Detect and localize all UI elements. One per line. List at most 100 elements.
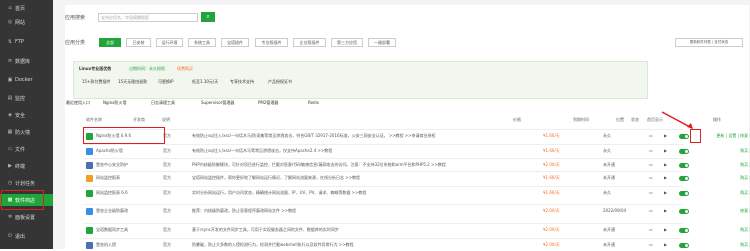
category-label: 应用分类 (65, 40, 86, 46)
folder-icon[interactable]: ▭ (649, 208, 653, 213)
plugin-name[interactable]: 网站监控报表 6.6 (96, 190, 156, 196)
sidebar-item-database[interactable]: ≡ 数据库 (0, 55, 53, 67)
plugin-icon (86, 148, 93, 155)
plugin-actions[interactable]: 购买 | 安装 (705, 148, 750, 154)
search-icon: ⌕ (206, 13, 210, 20)
plugin-actions[interactable]: 购买 | 安装 (705, 227, 750, 233)
home-display-toggle[interactable] (679, 243, 689, 248)
plugin-actions[interactable]: 更新 | 设置 | 修复 | 卸载 (705, 133, 750, 139)
plugin-desc: 推荐：内核级防篡改，防止恶意程序篡改网站文件 >>教程 (192, 208, 296, 213)
tab-third-party[interactable]: 第三方应用 (331, 38, 363, 47)
highlight-box-sidebar-store (1, 190, 44, 210)
folder-icon[interactable]: ▭ (649, 242, 653, 247)
home-display-toggle[interactable] (679, 163, 689, 168)
folder-icon[interactable]: ▭ (649, 175, 653, 180)
sidebar-item-monitor[interactable]: ▤ 监控 (0, 92, 53, 104)
folder-icon[interactable]: ▭ (649, 133, 653, 138)
sidebar-item-security[interactable]: ◈ 安全 (0, 109, 53, 121)
recent-pm2[interactable]: PM2管理器 (258, 100, 278, 106)
plugin-name[interactable]: 网站监控报表 (96, 175, 156, 181)
folder-icon[interactable]: ▭ (649, 227, 653, 232)
home-display-toggle[interactable] (679, 149, 689, 154)
play-icon[interactable]: ▶ (664, 208, 667, 213)
sidebar-item-label: 首页 (15, 5, 26, 12)
play-icon[interactable]: ▶ (664, 227, 667, 232)
plugin-price: ¥2.00/天 (543, 227, 560, 232)
sidebar-item-firewall[interactable]: ▦ 防火墙 (0, 126, 53, 138)
sidebar-item-files[interactable]: ▭ 文件 (0, 143, 53, 155)
plugin-actions[interactable]: 修复 | 卸载 (705, 208, 750, 214)
table-row: 网站监控报表 6.6 官方 实时分析网站运行，用户访问状态，精确统计网站流量、I… (83, 186, 750, 199)
pro-feature: 15+款付费插件 (82, 79, 111, 84)
sidebar-item-label: 防火墙 (15, 129, 31, 136)
recent-label: 最近使用入口 (66, 100, 90, 105)
tab-system-tools[interactable]: 系统工具 (188, 38, 216, 47)
sidebar-item-home[interactable]: ⌂ 首页 (0, 2, 53, 14)
plugin-name[interactable]: 堡垒企业级防篡改 (96, 208, 156, 214)
folder-icon[interactable]: ▭ (649, 162, 653, 167)
play-icon[interactable]: ▶ (664, 162, 667, 167)
plugin-actions[interactable]: 购买 | 安装 (705, 162, 750, 168)
home-display-toggle[interactable] (679, 228, 689, 233)
pro-feature: 可更换IP (158, 79, 174, 84)
recent-log-cleaner[interactable]: 日志清理工具 (151, 100, 175, 106)
folder-icon[interactable]: ▭ (649, 148, 653, 153)
sidebar-item-label: 数据库 (15, 58, 31, 65)
sidebar-item-docker[interactable]: ▣ Docker (0, 74, 53, 86)
table-row: 堡垒中心安全防护 官方 PHP内核级防御模块，可针对项目进行监控，拦截对恶意代码… (83, 158, 750, 171)
home-display-toggle[interactable] (679, 191, 689, 196)
play-icon[interactable]: ▶ (664, 175, 667, 180)
sidebar-item-terminal[interactable]: ▶ 终端 (0, 160, 53, 172)
docker-icon: ▣ (7, 77, 13, 83)
play-icon[interactable]: ▶ (664, 242, 667, 247)
sidebar-item-label: FTP (15, 39, 24, 45)
sidebar-item-label: 网站 (15, 19, 26, 26)
tab-bt-plugins[interactable]: 宝塔插件 (221, 38, 249, 47)
tab-runtime[interactable]: 运行环境 (156, 38, 183, 47)
tab-pro-plugins[interactable]: 专业版插件 (255, 38, 288, 47)
plugin-name[interactable]: 宝塔数据同步工具 (96, 227, 156, 233)
plugin-price: ¥1.66/天 (543, 175, 560, 180)
play-icon[interactable]: ▶ (664, 133, 667, 138)
plugin-price: ¥1.66/天 (543, 133, 560, 138)
play-icon[interactable]: ▶ (664, 148, 667, 153)
recent-redis[interactable]: Redis (308, 100, 319, 105)
sidebar-item-ftp[interactable]: ⇅ FTP (0, 36, 53, 48)
home-display-toggle[interactable] (679, 134, 689, 139)
plugin-name[interactable]: Apache防火墙 (96, 148, 156, 154)
renew-link[interactable]: 续费购买 (177, 66, 193, 72)
home-display-toggle[interactable] (679, 176, 689, 181)
plugin-name[interactable]: 堡垒中心安全防护 (96, 162, 156, 168)
plugin-developer: 官方 (163, 162, 171, 167)
home-display-toggle[interactable] (679, 209, 689, 214)
tab-installed[interactable]: 已安装 (126, 38, 151, 47)
plugin-actions[interactable]: 购买 | 安装 (705, 242, 750, 248)
plugin-actions[interactable]: 购买 | 安装 (705, 175, 750, 181)
play-icon[interactable]: ▶ (664, 190, 667, 195)
sidebar-item-logout[interactable]: ⏻ 退出 (0, 230, 53, 242)
plugin-name[interactable]: 堡垒机入侵 (96, 242, 156, 248)
tab-one-click-deploy[interactable]: 一键部署 (368, 38, 396, 47)
update-software-list-link[interactable]: 更新软件列表 / 支付状态 (675, 38, 743, 47)
search-button[interactable]: ⌕ (201, 12, 215, 22)
shield-icon: ◈ (8, 112, 12, 118)
plugin-developer: 官方 (163, 175, 171, 180)
recent-nginx-firewall[interactable]: Nginx防火墙 (103, 100, 127, 106)
tab-all[interactable]: 全部 (99, 38, 121, 47)
tab-enterprise-plugins[interactable]: 企业版插件 (293, 38, 326, 47)
sidebar-item-cron[interactable]: ◷ 计划任务 (0, 177, 53, 189)
recent-supervisor[interactable]: Supervisor管理器 (201, 100, 234, 106)
pro-title: Linux专业版优势 (79, 66, 112, 71)
table-row: 堡垒企业级防篡改 官方 推荐：内核级防篡改，防止恶意程序篡改网站文件 >>教程 … (83, 204, 750, 217)
plugin-developer: 官方 (163, 208, 171, 213)
sidebar-item-website[interactable]: ◎ 网站 (0, 16, 53, 28)
plugin-expire: 未开通 (603, 242, 615, 247)
sidebar-item-settings[interactable]: ✲ 面板设置 (0, 211, 53, 223)
folder-icon[interactable]: ▭ (649, 190, 653, 195)
plugin-developer: 官方 (163, 190, 171, 195)
plugin-price: ¥1.66/天 (543, 190, 560, 195)
search-input[interactable]: 支持应用名、字段模糊搜索 (98, 13, 198, 22)
plugin-actions[interactable]: 购买 | 安装 (705, 190, 750, 196)
plugin-icon (86, 175, 93, 182)
sidebar-item-label: 终端 (15, 163, 26, 170)
